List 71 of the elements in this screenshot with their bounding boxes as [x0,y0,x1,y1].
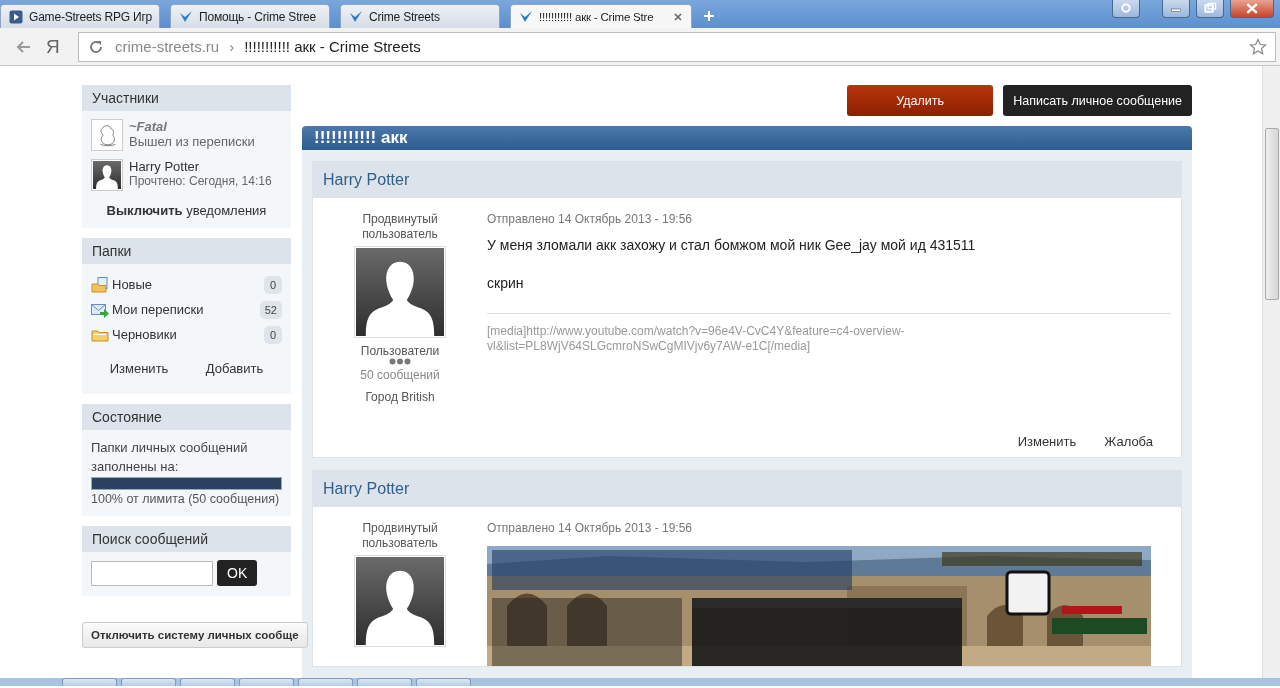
browser-tab[interactable]: Помощь - Crime Stree [170,4,330,28]
message-count: 0 [264,275,282,294]
taskbar-button[interactable] [416,678,471,686]
sketch-avatar [91,119,123,151]
scrollbar[interactable] [1262,66,1280,678]
post-date: Отправлено 14 Октябрь 2013 - 19:56 [487,521,693,535]
topic-title: !!!!!!!!!!! акк [302,126,1192,150]
member-name[interactable]: Harry Potter [129,159,272,174]
browser-tab[interactable]: !!!!!!!!!!! акк - Crime Stre [510,4,692,28]
settings-icon[interactable] [1112,0,1140,18]
folder-action-link[interactable]: Добавить [205,361,264,376]
rank-pips-icon [389,358,411,365]
member-status: Прочтено: Сегодня, 14:16 [129,174,272,188]
taskbar-button[interactable] [239,678,294,686]
delete-button[interactable]: Удалить [847,85,994,116]
address-bar[interactable]: crime-streets.ru › !!!!!!!!!!! акк - Crime Streets [78,31,1276,62]
browser-tab[interactable]: Game-Streets RPG Игр [0,4,160,28]
taskbar-button[interactable] [357,678,412,686]
restore-icon[interactable] [1196,0,1224,18]
storage-label: Папки личных сообщений заполнены на: [91,439,249,476]
search-button[interactable]: OK [217,560,258,586]
post-action-link[interactable]: Жалоба [1104,434,1153,449]
post-author[interactable]: Harry Potter [313,162,1181,198]
folder-link[interactable]: Новые [112,277,261,292]
checkmark-icon [349,9,363,24]
storage-caption: 100% от лимита (50 сообщения) [91,492,281,506]
new-tab-icon[interactable] [702,9,716,23]
close-icon[interactable] [1230,0,1274,18]
checkmark-icon [519,9,533,24]
notifications-toggle-link[interactable]: Выключить уведомления [91,203,282,218]
section-header: Участники [82,85,291,111]
post-author[interactable]: Harry Potter [313,471,1181,507]
user-group: Пользователи [360,344,440,358]
taskbar-button[interactable] [298,678,353,686]
post-action-link[interactable]: Изменить [1017,434,1077,449]
user-city: Город British [365,390,435,404]
user-rank: Продвинутый пользователь [361,521,439,551]
signature-text: [media]http://www.youtube.com/watch?v=96e4V-CvC4Y&feature=c4-overview-vl&list=PL8WjV64SLGcmroNSwCgMIVjv6y7AW-e1C[/media] [487,324,906,354]
post-text: скрин [487,275,525,291]
disable-messages-button[interactable]: Отключить систему личных сообще [82,622,308,648]
page-title: !!!!!!!!!!! акк - Crime Streets [244,38,422,55]
minimize-icon[interactable] [1162,0,1190,18]
post-text: У меня зломали акк захожу и стал бомжом мой ник Gee_jay мой ид 431511 [487,237,977,253]
scrollbar-thumb[interactable] [1265,128,1279,300]
folder-link[interactable]: Мои переписки [112,302,257,317]
checkmark-icon [179,9,193,24]
post-count: 50 сообщений [360,368,440,382]
compose-button[interactable]: Написать личное сообщение [1003,85,1192,116]
taskbar-button[interactable] [121,678,176,686]
browser-tab[interactable]: Crime Streets [340,4,500,28]
folder-action-link[interactable]: Изменить [109,361,169,376]
message-count: 52 [259,300,282,319]
user-rank: Продвинутый пользователь [361,212,439,242]
section-header: Состояние [82,404,291,430]
section-header: Поиск сообщений [82,526,291,552]
taskbar-button[interactable] [180,678,235,686]
search-field[interactable] [91,560,213,586]
section-header: Папки [82,238,291,264]
home-button[interactable]: Я [46,35,64,58]
breadcrumb-separator: › [229,38,235,55]
url-domain: crime-streets.ru [115,38,220,55]
member-status: Вышел из переписки [129,134,255,149]
folder-document-icon [91,276,109,293]
close-icon[interactable] [673,11,683,22]
taskbar-button[interactable] [62,678,117,686]
star-icon[interactable] [1249,37,1267,56]
post-date: Отправлено 14 Октябрь 2013 - 19:56 [487,212,693,226]
folder-link[interactable]: Черновики [112,327,261,342]
play-icon [9,9,23,24]
member-name[interactable]: ~Fatal [129,119,255,134]
message-count: 0 [264,325,282,344]
